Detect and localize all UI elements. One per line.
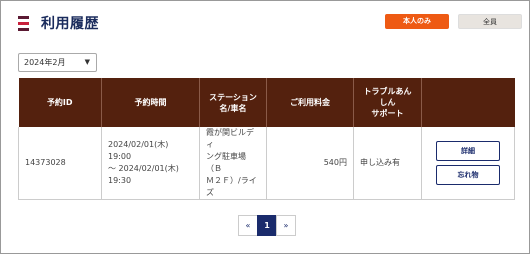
next-page-button[interactable]: » — [276, 215, 296, 236]
filter-all-button[interactable]: 全員 — [458, 14, 522, 29]
col-support: トラブルあん しん サポート — [353, 78, 422, 127]
prev-page-button[interactable]: « — [238, 215, 258, 236]
history-icon — [18, 16, 29, 31]
col-fee: ご利用料金 — [266, 78, 354, 127]
history-table: 予約ID 予約時間 ステーション 名/車名 ご利用料金 トラブルあん しん サポート … — [18, 78, 515, 200]
filter-self-button[interactable]: 本人のみ — [385, 14, 449, 29]
col-actions — [421, 78, 515, 127]
fee-cell: 540円 — [266, 127, 354, 200]
page-frame: 利用履歴 本人のみ 全員 2024年2月 ▼ 予約ID 予約時間 ステーション名… — [0, 0, 530, 254]
page-title: 利用履歴 — [41, 16, 99, 32]
station-cell: 霞が関ビルディ ング駐車場（Ｂ Ｍ２Ｆ）/ライ ズ — [199, 127, 267, 200]
lost-item-button[interactable]: 忘れ物 — [436, 165, 500, 185]
table-row: 14373028 2024/02/01(木) 19:00 ～ 2024/02/0… — [18, 127, 515, 200]
table-header-row: 予約ID 予約時間 ステーション 名/車名 ご利用料金 トラブルあん しん サポート — [18, 78, 515, 127]
reservation-time-cell: 2024/02/01(木) 19:00 ～ 2024/02/01(木) 19:3… — [101, 127, 200, 200]
col-station: ステーション 名/車名 — [199, 78, 267, 127]
chevron-down-icon: ▼ — [84, 58, 90, 66]
col-reservation-id: 予約ID — [18, 78, 102, 127]
col-reservation-time: 予約時間 — [101, 78, 200, 127]
page-1-button[interactable]: 1 — [257, 215, 277, 236]
support-cell: 申し込み有 — [353, 127, 422, 200]
actions-cell: 詳細 忘れ物 — [421, 127, 515, 200]
pagination: « 1 » — [238, 215, 296, 236]
month-select[interactable]: 2024年2月 ▼ — [18, 53, 97, 72]
month-select-value: 2024年2月 — [24, 58, 66, 67]
reservation-id-cell: 14373028 — [18, 127, 102, 200]
detail-button[interactable]: 詳細 — [436, 141, 500, 161]
